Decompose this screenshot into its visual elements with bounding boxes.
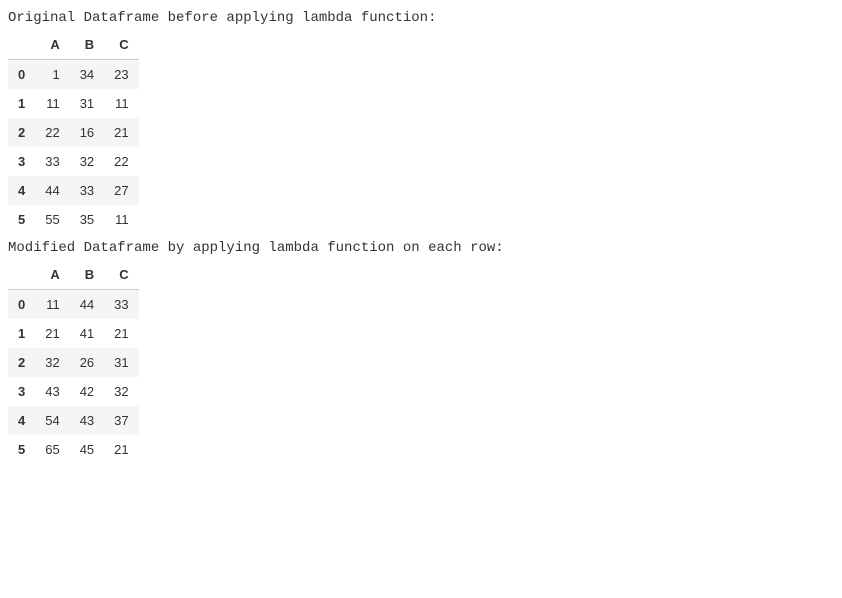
col-header: B — [70, 30, 104, 60]
table-row: 1 21 41 21 — [8, 319, 139, 348]
table-row: 1 11 31 11 — [8, 89, 139, 118]
cell: 33 — [35, 147, 69, 176]
cell: 33 — [70, 176, 104, 205]
cell: 55 — [35, 205, 69, 234]
cell: 21 — [104, 319, 138, 348]
cell: 31 — [70, 89, 104, 118]
heading-modified-dataframe: Modified Dataframe by applying lambda fu… — [8, 240, 834, 256]
cell: 45 — [70, 435, 104, 464]
table-original: A B C 0 1 34 23 1 11 31 11 2 22 16 21 3 … — [8, 30, 139, 234]
cell: 23 — [104, 60, 138, 90]
table-row: 2 22 16 21 — [8, 118, 139, 147]
cell: 26 — [70, 348, 104, 377]
table-row: 0 1 34 23 — [8, 60, 139, 90]
col-header: C — [104, 30, 138, 60]
cell: 22 — [104, 147, 138, 176]
row-index: 0 — [8, 290, 35, 320]
col-header: A — [35, 30, 69, 60]
row-index: 5 — [8, 205, 35, 234]
table-row: 0 11 44 33 — [8, 290, 139, 320]
cell: 37 — [104, 406, 138, 435]
cell: 11 — [104, 89, 138, 118]
row-index: 1 — [8, 319, 35, 348]
cell: 31 — [104, 348, 138, 377]
cell: 27 — [104, 176, 138, 205]
table-row: 5 65 45 21 — [8, 435, 139, 464]
col-header: A — [35, 260, 69, 290]
cell: 11 — [35, 89, 69, 118]
cell: 11 — [104, 205, 138, 234]
cell: 21 — [104, 435, 138, 464]
cell: 65 — [35, 435, 69, 464]
cell: 16 — [70, 118, 104, 147]
col-header: B — [70, 260, 104, 290]
cell: 44 — [70, 290, 104, 320]
cell: 43 — [70, 406, 104, 435]
row-index: 0 — [8, 60, 35, 90]
cell: 21 — [35, 319, 69, 348]
cell: 43 — [35, 377, 69, 406]
cell: 22 — [35, 118, 69, 147]
row-index: 4 — [8, 176, 35, 205]
row-index: 4 — [8, 406, 35, 435]
table-row: 4 54 43 37 — [8, 406, 139, 435]
heading-original-dataframe: Original Dataframe before applying lambd… — [8, 10, 834, 26]
cell: 41 — [70, 319, 104, 348]
row-index: 2 — [8, 348, 35, 377]
cell: 32 — [104, 377, 138, 406]
table-row: 2 32 26 31 — [8, 348, 139, 377]
table-row: 3 43 42 32 — [8, 377, 139, 406]
cell: 34 — [70, 60, 104, 90]
cell: 11 — [35, 290, 69, 320]
cell: 42 — [70, 377, 104, 406]
row-index: 5 — [8, 435, 35, 464]
cell: 21 — [104, 118, 138, 147]
cell: 32 — [35, 348, 69, 377]
cell: 35 — [70, 205, 104, 234]
row-index: 3 — [8, 377, 35, 406]
col-header: C — [104, 260, 138, 290]
cell: 44 — [35, 176, 69, 205]
table-row: 4 44 33 27 — [8, 176, 139, 205]
row-index: 2 — [8, 118, 35, 147]
row-index: 1 — [8, 89, 35, 118]
table-corner — [8, 260, 35, 290]
table-row: 5 55 35 11 — [8, 205, 139, 234]
table-row: 3 33 32 22 — [8, 147, 139, 176]
cell: 1 — [35, 60, 69, 90]
row-index: 3 — [8, 147, 35, 176]
cell: 54 — [35, 406, 69, 435]
table-modified: A B C 0 11 44 33 1 21 41 21 2 32 26 31 3… — [8, 260, 139, 464]
cell: 32 — [70, 147, 104, 176]
table-corner — [8, 30, 35, 60]
cell: 33 — [104, 290, 138, 320]
